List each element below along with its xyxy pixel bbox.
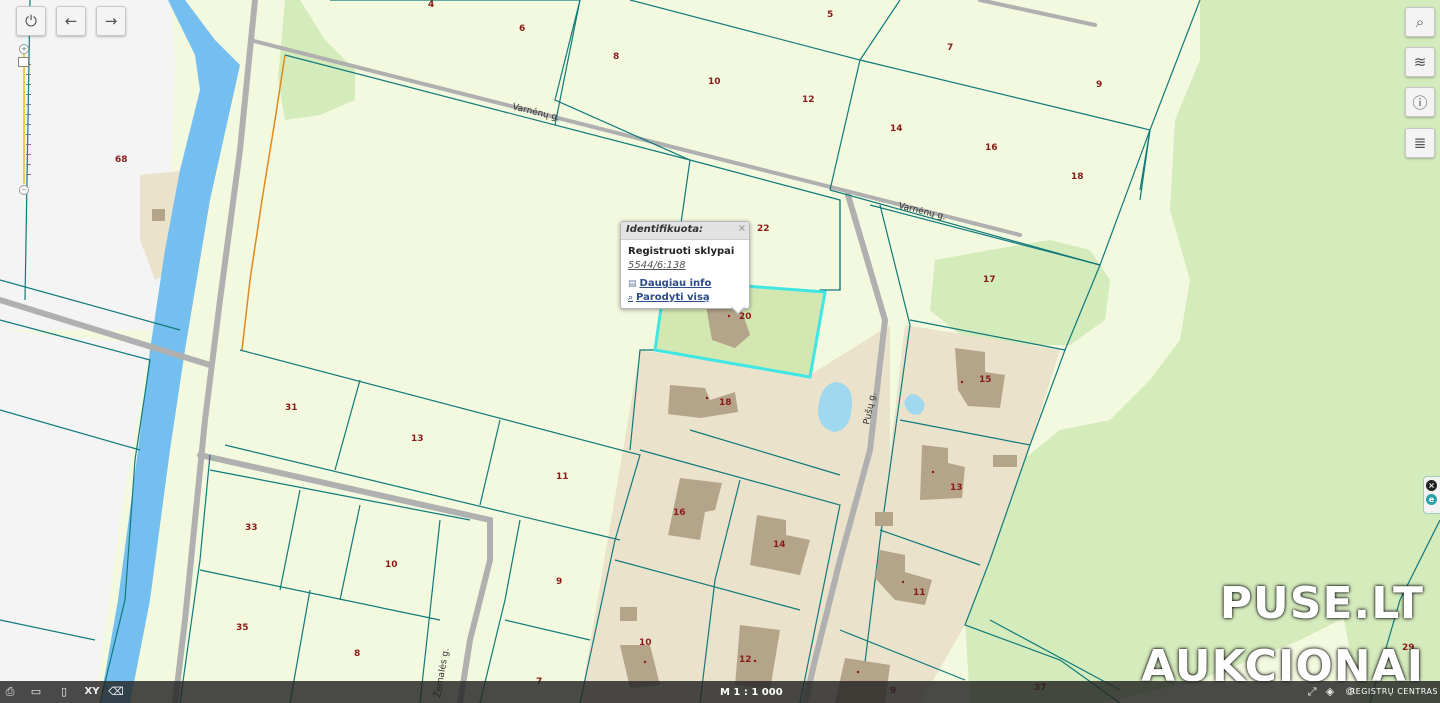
info-button[interactable]: ⓘ <box>1405 87 1435 117</box>
power-button[interactable]: ⏻ <box>16 6 46 36</box>
document-icon: ▤ <box>628 278 637 289</box>
plot-number: 7 <box>947 43 953 53</box>
plot-number: 10 <box>708 77 721 87</box>
plot-number: 14 <box>773 540 786 550</box>
power-icon: ⏻ <box>25 12 37 30</box>
plot-number: 68 <box>115 155 128 165</box>
layers-icon: ≋ <box>1413 53 1427 71</box>
layers-button[interactable]: ≋ <box>1405 47 1435 77</box>
registru-centras-logo: REGISTRŲ CENTRAS <box>1349 687 1438 696</box>
legend-button[interactable]: ≣ <box>1405 128 1435 158</box>
zoom-in-button[interactable]: + <box>19 44 29 54</box>
popup-layer-name: Registruoti sklypai <box>628 246 735 257</box>
watermark-line-1: PUSE.LT <box>1219 578 1424 629</box>
plot-number: 16 <box>673 508 686 518</box>
show-all-link[interactable]: ⌕ Parodyti visą <box>628 292 710 303</box>
plot-number: 20 <box>739 312 752 322</box>
plot-number: 18 <box>1071 172 1084 182</box>
plot-number: 14 <box>890 124 903 134</box>
plot-number: 22 <box>757 224 770 234</box>
search-button[interactable]: ⌕ <box>1405 7 1435 37</box>
plot-number: 9 <box>556 577 562 587</box>
plot-number: 4 <box>428 0 434 10</box>
plot-number: 8 <box>613 52 619 62</box>
plot-number: 6 <box>519 24 525 34</box>
legend-icon: ≣ <box>1413 134 1427 152</box>
plot-number: 33 <box>245 523 258 533</box>
close-icon[interactable]: × <box>738 222 746 235</box>
plot-id-link[interactable]: 5544/6:138 <box>628 260 686 271</box>
popup-title: Identifikuota: × <box>621 222 749 240</box>
plot-number: 12 <box>802 95 815 105</box>
measure-icon[interactable]: ▭ <box>28 685 44 699</box>
plot-number: 9 <box>1096 80 1102 90</box>
plot-number: 16 <box>985 143 998 153</box>
plot-number: 10 <box>639 638 652 648</box>
plot-number: 35 <box>236 623 249 633</box>
plot-number: 11 <box>556 472 569 482</box>
identify-popup: Identifikuota: × Registruoti sklypai 554… <box>620 221 750 315</box>
map-icon[interactable]: ◈ <box>1322 685 1338 699</box>
zoom-out-button[interactable]: − <box>19 185 29 195</box>
document-icon[interactable]: ▯ <box>56 685 72 699</box>
plot-number: 31 <box>285 403 298 413</box>
zoom-track[interactable] <box>23 54 25 184</box>
zoom-thumb[interactable] <box>18 57 29 67</box>
zoom-slider[interactable]: + − <box>16 44 32 196</box>
close-circle-icon[interactable]: × <box>1426 480 1437 491</box>
fullscreen-icon[interactable]: ⤢ <box>1304 685 1320 699</box>
print-icon[interactable]: ⎙ <box>2 685 18 699</box>
eraser-icon[interactable]: ⌫ <box>108 685 124 699</box>
plot-number: 17 <box>983 275 996 285</box>
forward-button[interactable]: → <box>96 6 126 36</box>
plot-number: 8 <box>354 649 360 659</box>
info-icon: ⓘ <box>1412 93 1428 112</box>
plot-number: 10 <box>385 560 398 570</box>
coordinates-icon[interactable]: XY <box>84 685 100 699</box>
side-panel-tab[interactable]: × e <box>1423 476 1440 514</box>
more-info-link[interactable]: ▤ Daugiau info <box>628 278 711 289</box>
plot-number: 13 <box>411 434 424 444</box>
plot-number: 5 <box>827 10 833 20</box>
arrow-left-icon: ← <box>64 12 78 30</box>
plot-number: 18 <box>719 398 732 408</box>
plot-number: 13 <box>950 483 963 493</box>
expand-icon[interactable]: e <box>1426 494 1437 505</box>
search-icon: ⌕ <box>1415 13 1425 31</box>
arrow-right-icon: → <box>104 12 118 30</box>
back-button[interactable]: ← <box>56 6 86 36</box>
bottom-toolbar: ⎙ ▭ ▯ XY ⌫ M 1 : 1 000 ⤢ ◈ © REGISTRŲ CE… <box>0 681 1440 703</box>
plot-number: 15 <box>979 375 992 385</box>
plot-number: 12 <box>739 655 752 665</box>
plot-number: 11 <box>913 588 926 598</box>
map-scale: M 1 : 1 000 <box>720 687 783 698</box>
magnifier-icon: ⌕ <box>628 292 634 303</box>
